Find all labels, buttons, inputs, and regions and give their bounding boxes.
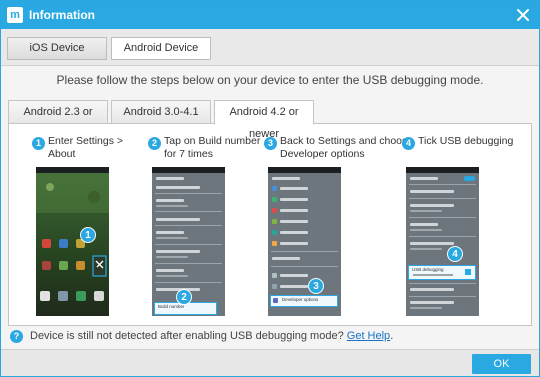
step-2-label: Tap on Build number for 7 times <box>164 135 261 160</box>
usb-debugging-checkbox <box>465 269 471 275</box>
step-4-badge: 4 <box>447 246 463 262</box>
step-2-number: 2 <box>148 137 161 150</box>
phone-screenshot-home: 1 <box>36 167 109 316</box>
dialog-footer: OK <box>1 349 539 376</box>
close-icon[interactable] <box>513 5 533 25</box>
device-tab-bar: iOS Device Android Device <box>1 29 539 66</box>
step-3-label: Back to Settings and choose Developer op… <box>280 135 414 160</box>
step-3-badge: 3 <box>308 278 324 294</box>
title-bar: m Information <box>1 1 539 29</box>
usb-debugging-highlight: USB debugging <box>408 265 476 280</box>
question-icon: ? <box>10 330 23 343</box>
phone-screenshot-settings: Developer options 3 <box>268 167 341 316</box>
step-4-number: 4 <box>402 137 415 150</box>
ok-button[interactable]: OK <box>472 354 531 374</box>
tab-android-device[interactable]: Android Device <box>111 37 211 60</box>
step-4-label: Tick USB debugging <box>418 135 514 147</box>
information-dialog: m Information iOS Device Android Device … <box>0 0 540 377</box>
tab-ios-device[interactable]: iOS Device <box>7 37 107 60</box>
window-title: Information <box>29 8 95 22</box>
tab-android-4-2[interactable]: Android 4.2 or newer <box>214 100 314 140</box>
app-logo-icon: m <box>7 7 23 23</box>
step-1-number: 1 <box>32 137 45 150</box>
phone-screenshot-about: Build number 2 <box>152 167 225 316</box>
developer-options-highlight: Developer options <box>270 295 338 307</box>
home-screen-illustration <box>36 173 109 301</box>
step-3-number: 3 <box>264 137 277 150</box>
get-help-link[interactable]: Get Help <box>347 330 390 342</box>
instruction-text: Please follow the steps below on your de… <box>56 73 484 87</box>
step-1-badge: 1 <box>80 227 96 243</box>
phone-screenshot-developer: USB debugging 4 <box>406 167 479 316</box>
step-2-badge: 2 <box>176 289 192 305</box>
help-text: Device is still not detected after enabl… <box>30 330 394 342</box>
tab-android-2-3[interactable]: Android 2.3 or earlier <box>8 100 108 140</box>
step-1-label: Enter Settings > About <box>48 135 124 160</box>
tab-android-3-0[interactable]: Android 3.0-4.1 <box>111 100 211 124</box>
